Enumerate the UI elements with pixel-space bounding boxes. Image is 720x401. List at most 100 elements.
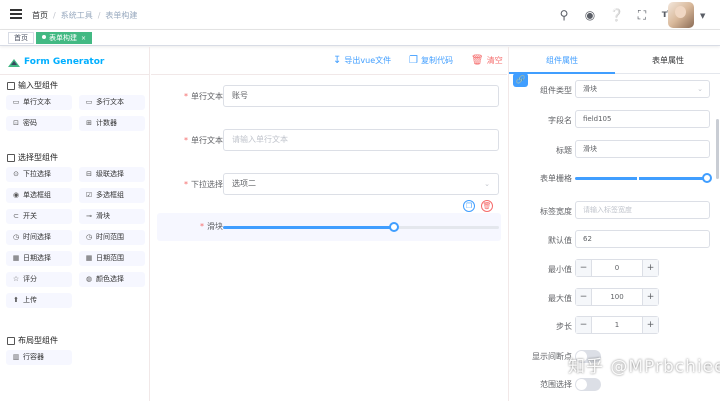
download-icon: ↧ [333,55,342,66]
slider[interactable] [223,222,499,232]
component-item[interactable]: ⊞ 计数器 [79,116,145,131]
tags-view: 首页 表单构建 × [0,30,720,46]
group-title: 选择型组件 [7,152,58,163]
component-icon: ⊞ [86,119,92,127]
link-icon[interactable]: 🔗 [513,73,528,87]
component-item[interactable]: ⊡ 密码 [6,116,72,131]
group-icon [7,81,15,90]
copy-code-button[interactable]: ❐ 复制代码 [409,55,453,66]
fullscreen-icon[interactable]: ⛶ [635,8,649,22]
component-icon: ⊡ [13,119,19,127]
select-input[interactable]: 选项二 ⌄ [223,173,499,195]
field-name-input[interactable]: field105 [575,110,710,128]
title-input[interactable]: 滑块 [575,140,710,158]
component-item[interactable]: ▥ 行容器 [6,350,72,365]
scrollbar[interactable] [716,119,719,179]
component-type-select[interactable]: 滑块 ⌄ [575,80,710,98]
breadcrumb-item-home[interactable]: 首页 [32,11,48,20]
component-icon: ▦ [85,254,93,262]
form-item-text[interactable]: * 单行文本 请输入单行文本 [157,127,501,155]
group-title: 输入型组件 [7,80,58,91]
form-item-slider[interactable]: ❐ 🗑 * 滑块 [157,200,501,241]
title-label: 标题 [556,146,572,155]
component-item[interactable]: ▭ 单行文本 [6,95,72,110]
tag-home[interactable]: 首页 [8,32,34,44]
component-icon: ▭ [85,98,93,106]
grid-slider[interactable] [575,173,712,183]
avatar[interactable] [668,2,694,28]
minus-icon[interactable]: − [576,317,592,333]
grid-label: 表单栅格 [540,174,572,183]
tag-form-build[interactable]: 表单构建 × [36,32,93,44]
label-width-input[interactable]: 请输入标签宽度 [575,201,710,219]
breadcrumb-item-form-build: 表单构建 [105,11,138,20]
plus-icon[interactable]: + [642,260,658,276]
plus-icon[interactable]: + [642,289,658,305]
component-item[interactable]: ◉ 单选框组 [6,188,72,203]
component-item[interactable]: ⊂ 开关 [6,209,72,224]
default-value-label: 默认值 [548,236,572,245]
question-icon[interactable]: ❔ [609,8,624,22]
component-item[interactable]: ▦ 日期范围 [79,251,145,266]
github-icon[interactable]: ◉ [583,8,597,22]
component-item[interactable]: ⊟ 级联选择 [79,167,145,182]
plus-icon[interactable]: + [642,317,658,333]
copy-icon: ❐ [409,55,418,66]
component-item[interactable]: ▦ 日期选择 [6,251,72,266]
component-icon: ⊂ [13,212,19,220]
tab-component-properties[interactable]: 组件属性 [509,47,615,74]
component-icon: ⊟ [86,170,92,178]
component-icon: ◍ [85,275,93,283]
breadcrumb-item-system-tools[interactable]: 系统工具 [61,11,93,20]
export-vue-button[interactable]: ↧ 导出vue文件 [333,55,391,66]
delete-item-icon[interactable]: 🗑 [481,200,493,212]
component-item[interactable]: ◍ 颜色选择 [79,272,145,287]
clear-button[interactable]: 🗑 清空 [471,55,503,66]
account-input[interactable]: 账号 [223,85,499,107]
component-icon: ☆ [12,275,20,283]
min-label: 最小值 [548,265,572,274]
component-icon: ⊸ [86,212,92,220]
slider-handle[interactable] [389,222,400,232]
component-item[interactable]: ▭ 多行文本 [79,95,145,110]
component-item[interactable]: ◷ 时间选择 [6,230,72,245]
component-icon: ◷ [12,233,20,241]
search-icon[interactable]: ⚲ [557,8,571,22]
trash-icon: 🗑 [471,55,484,66]
tag-home-label: 首页 [14,34,28,42]
default-value-input[interactable]: 62 [575,230,710,248]
range-switch[interactable] [575,378,601,391]
max-stepper[interactable]: − 100 + [575,288,659,306]
component-item[interactable]: ☆ 评分 [6,272,72,287]
component-item[interactable]: ☑ 多选框组 [79,188,145,203]
copy-item-icon[interactable]: ❐ [463,200,475,212]
step-stepper[interactable]: − 1 + [575,316,659,334]
active-dot-icon [42,35,46,39]
watermark: 知乎 @MPrbchieer [568,357,720,377]
tag-form-build-label: 表单构建 [49,34,77,42]
chevron-down-icon: ⌄ [484,180,490,188]
close-icon[interactable]: × [81,35,86,42]
logo: Form Generator [8,55,104,69]
component-icon: ⬆ [13,296,19,304]
component-item[interactable]: ◷ 时间范围 [79,230,145,245]
group-icon [7,153,15,162]
slider-handle[interactable] [702,173,712,183]
minus-icon[interactable]: − [576,289,592,305]
min-stepper[interactable]: − 0 + [575,259,659,277]
form-item-select[interactable]: * 下拉选择 选项二 ⌄ [157,171,501,199]
component-item[interactable]: ⊙ 下拉选择 [6,167,72,182]
component-item[interactable]: ⊸ 滑块 [79,209,145,224]
tab-form-properties[interactable]: 表单属性 [615,47,720,74]
component-icon: ▭ [12,98,20,106]
component-item[interactable]: ⬆ 上传 [6,293,72,308]
form-item-text-account[interactable]: * 单行文本 账号 [157,83,501,111]
component-icon: ◉ [12,191,20,199]
step-label: 步长 [556,322,572,331]
text-input[interactable]: 请输入单行文本 [223,129,499,151]
component-icon: ◷ [85,233,93,241]
caret-down-icon[interactable]: ▼ [700,12,705,20]
hamburger-icon[interactable] [10,9,22,21]
form-canvas: ↧ 导出vue文件 ❐ 复制代码 🗑 清空 * 单行文本 账号 * 单行文本 请输入单行文… [151,47,507,401]
minus-icon[interactable]: − [576,260,592,276]
